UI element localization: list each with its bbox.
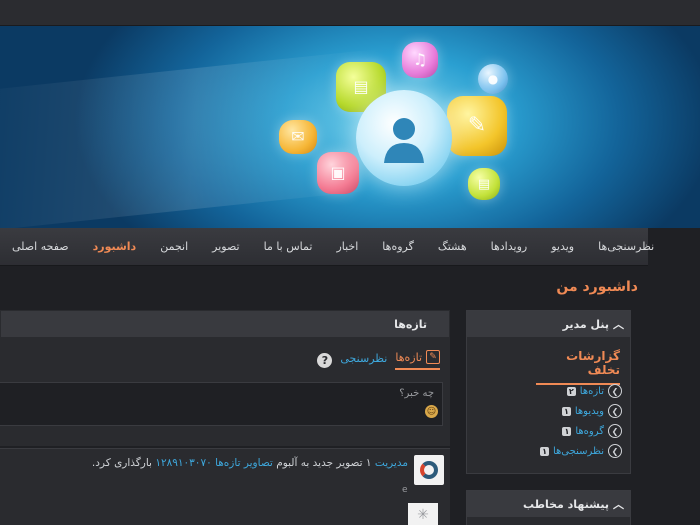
- activity-album-link[interactable]: تصاویر تازه‌ها ۱۲۸۹۱۰۳۰۷۰: [155, 457, 273, 469]
- emoji-icon[interactable]: ☺: [425, 405, 438, 418]
- page-title: داشبورد من: [556, 279, 638, 295]
- nav-dashboard[interactable]: داشبورد: [81, 240, 149, 253]
- chevron-up-icon: ︿: [613, 498, 624, 511]
- tab-poll[interactable]: نظرسنجی: [340, 352, 387, 369]
- tab-news[interactable]: ✎ تازه‌ها: [395, 350, 440, 370]
- report-count: ۱: [561, 406, 571, 416]
- report-count: ۱: [562, 426, 572, 436]
- nav-home[interactable]: صفحه اصلی: [0, 240, 81, 253]
- chevron-left-icon: ❮: [608, 444, 622, 458]
- report-item-groups[interactable]: ❮ گروه‌ها ۱: [562, 424, 622, 438]
- nav-polls[interactable]: نظرسنجی‌ها: [586, 240, 666, 253]
- activity-item: مدیریت ۱ تصویر جدید به آلبوم تصاویر تازه…: [0, 448, 450, 525]
- report-count: ۲: [566, 386, 576, 396]
- admin-panel: ︿ پنل مدیر گزارشات تخلف ❮ تازه‌ها ۲ ❮ وی…: [466, 310, 631, 474]
- nav-photos[interactable]: تصویر: [200, 240, 251, 253]
- activity-meta: e: [402, 485, 408, 495]
- music-icon: ♫: [402, 42, 438, 78]
- chevron-left-icon: ❮: [608, 424, 622, 438]
- activity-text: مدیریت ۱ تصویر جدید به آلبوم تصاویر تازه…: [91, 457, 408, 469]
- report-item-polls[interactable]: ❮ نظرسنجی‌ها ۱: [540, 444, 622, 458]
- chevron-left-icon: ❮: [608, 384, 622, 398]
- status-placeholder: چه خبر؟: [399, 388, 434, 399]
- header-banner: ▤ ♫ ● ✎ ✉ ▣ ▤: [0, 26, 700, 228]
- status-input[interactable]: چه خبر؟ ☺: [0, 382, 443, 426]
- loading-spinner-icon: ✳: [408, 503, 438, 525]
- chevron-left-icon: ❮: [608, 404, 622, 418]
- report-item-videos[interactable]: ❮ ویدیوها ۱: [561, 404, 622, 418]
- activity-feed-panel: تازه‌ها ✎ تازه‌ها نظرسنجی ? چه خبر؟ ☺ مد…: [0, 310, 450, 525]
- pencil-icon: ✎: [447, 96, 507, 156]
- activity-user-link[interactable]: مدیریت: [375, 457, 408, 469]
- reports-title: گزارشات تخلف: [536, 349, 620, 385]
- nav-groups[interactable]: گروه‌ها: [370, 240, 426, 253]
- suggest-panel-header[interactable]: ︿ پیشنهاد مخاطب: [467, 491, 630, 518]
- composer: ✎ تازه‌ها نظرسنجی ? چه خبر؟ ☺: [0, 338, 450, 446]
- help-icon[interactable]: ?: [317, 352, 333, 368]
- nav-forum[interactable]: انجمن: [148, 240, 200, 253]
- main-navigation: صفحه اصلی داشبورد انجمن تصویر تماس با ما…: [0, 228, 654, 266]
- user-icon: [356, 90, 452, 186]
- photo-icon: ▣: [317, 152, 359, 194]
- admin-panel-header[interactable]: ︿ پنل مدیر: [467, 311, 630, 338]
- nav-video[interactable]: ویدیو: [539, 240, 586, 253]
- video-icon: ▤: [468, 168, 500, 200]
- nav-news[interactable]: اخبار: [324, 240, 370, 253]
- composer-tabs: ✎ تازه‌ها نظرسنجی ?: [317, 348, 440, 372]
- edit-icon: ✎: [426, 350, 440, 364]
- nav-events[interactable]: رویدادها: [479, 240, 540, 253]
- feed-header: تازه‌ها: [0, 310, 450, 338]
- avatar[interactable]: [414, 455, 444, 485]
- nav-contact[interactable]: تماس با ما: [252, 240, 325, 253]
- report-item-news[interactable]: ❮ تازه‌ها ۲: [566, 384, 622, 398]
- nav-hashtag[interactable]: هشتگ: [426, 240, 479, 253]
- suggest-panel: ︿ پیشنهاد مخاطب: [466, 490, 631, 525]
- top-bar: [0, 0, 700, 26]
- report-count: ۱: [540, 446, 549, 456]
- microphone-icon: ●: [478, 64, 508, 94]
- mail-icon: ✉: [279, 120, 317, 154]
- chevron-up-icon: ︿: [613, 318, 624, 331]
- logo-icon: [420, 461, 438, 479]
